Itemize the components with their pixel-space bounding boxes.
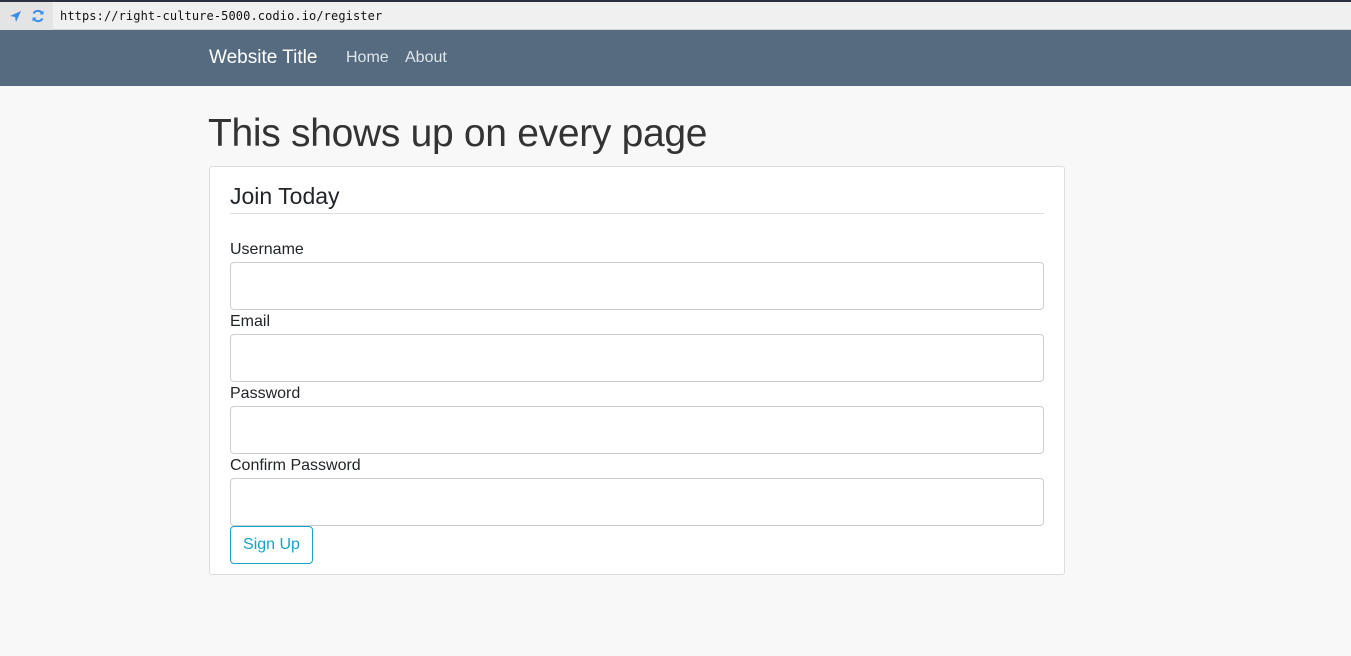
refresh-icon[interactable] xyxy=(31,9,45,23)
top-navbar: Website Title Home About xyxy=(0,30,1351,86)
navbar-brand[interactable]: Website Title xyxy=(209,47,317,69)
confirm-password-input[interactable] xyxy=(230,478,1044,526)
url-text[interactable]: https://right-culture-5000.codio.io/regi… xyxy=(60,9,382,23)
email-input[interactable] xyxy=(230,334,1044,382)
form-legend: Join Today xyxy=(230,183,340,209)
password-input[interactable] xyxy=(230,406,1044,454)
username-label: Username xyxy=(230,241,304,258)
browser-url-bar: https://right-culture-5000.codio.io/regi… xyxy=(0,0,1351,30)
legend-divider xyxy=(230,213,1044,214)
username-input[interactable] xyxy=(230,262,1044,310)
browser-nav-icons xyxy=(0,2,53,30)
nav-link-home[interactable]: Home xyxy=(346,49,389,67)
sign-up-button[interactable]: Sign Up xyxy=(230,526,313,564)
location-arrow-icon[interactable] xyxy=(9,10,22,23)
email-label: Email xyxy=(230,313,271,330)
registration-form-card: Join Today Username Email Password Confi… xyxy=(209,166,1065,575)
confirm-password-label: Confirm Password xyxy=(230,457,361,474)
password-label: Password xyxy=(230,385,301,402)
page-heading: This shows up on every page xyxy=(208,112,708,155)
nav-link-about[interactable]: About xyxy=(405,49,447,67)
